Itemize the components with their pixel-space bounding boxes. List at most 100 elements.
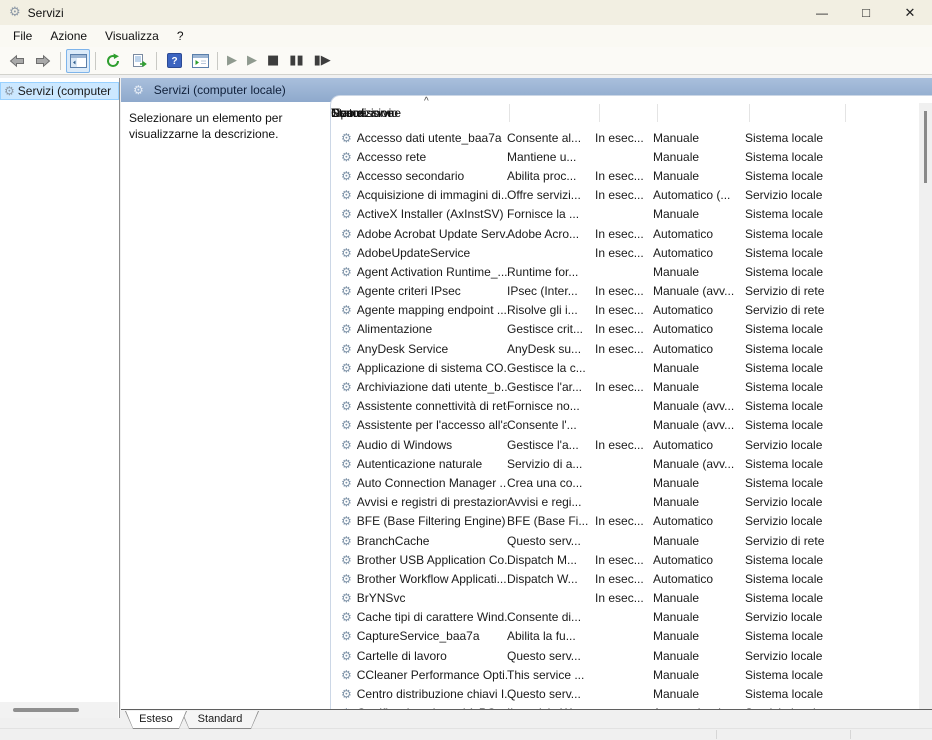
table-row[interactable]: Agente criteri IPsec IPsec (Inter... In … (331, 282, 918, 301)
table-row[interactable]: Cache tipi di carattere Wind... Consente… (331, 608, 918, 627)
back-button[interactable] (5, 49, 29, 73)
service-status: In esec... (595, 226, 644, 241)
tree-item-services-root[interactable]: Servizi (computer (0, 82, 119, 100)
table-row[interactable]: Auto Connection Manager ... Crea una co.… (331, 473, 918, 492)
stop-service-button[interactable]: ■ (267, 53, 279, 68)
column-separator[interactable] (845, 104, 846, 122)
column-separator[interactable] (509, 104, 510, 122)
menu-item[interactable]: ? (168, 26, 193, 46)
show-action-pane-button[interactable] (188, 49, 212, 73)
table-row[interactable]: Applicazione di sistema CO... Gestisce l… (331, 358, 918, 377)
list-vertical-scrollbar[interactable] (919, 103, 932, 709)
table-row[interactable]: Archiviazione dati utente_b... Gestisce … (331, 377, 918, 396)
tab-extended-label: Esteso (126, 711, 186, 728)
service-gear-icon (341, 534, 352, 548)
status-bar (0, 728, 932, 740)
column-separator[interactable] (749, 104, 750, 122)
menu-item[interactable]: Visualizza (96, 26, 168, 46)
column-header[interactable]: Connessione (331, 106, 401, 120)
service-status: In esec... (595, 130, 644, 145)
close-button[interactable]: ✕ (888, 0, 932, 25)
service-gear-icon (341, 591, 352, 605)
service-logon-as: Servizio di rete (745, 533, 825, 548)
table-row[interactable]: Accesso secondario Abilita proc... In es… (331, 166, 918, 185)
table-row[interactable]: BFE (Base Filtering Engine) BFE (Base Fi… (331, 512, 918, 531)
tree-scrollbar-thumb[interactable] (13, 708, 79, 712)
service-description: IPsec (Inter... (507, 284, 578, 299)
table-row[interactable]: Audio di Windows Gestisce l'a... In esec… (331, 435, 918, 454)
service-gear-icon (341, 629, 352, 643)
table-row[interactable]: Accesso rete Mantiene u... Manuale Siste… (331, 147, 918, 166)
tab-extended[interactable]: Esteso (125, 711, 187, 729)
service-gear-icon (341, 495, 352, 509)
service-logon-as: Servizio di rete (745, 284, 825, 299)
maximize-button[interactable]: □ (844, 0, 888, 25)
table-row[interactable]: Certificazione integrità PC... Il serviz… (331, 704, 918, 709)
service-description: Abilita proc... (507, 168, 577, 183)
resume-service-button[interactable]: ▶ (247, 53, 257, 68)
panel-header-title: Servizi (computer locale) (153, 83, 286, 97)
table-row[interactable]: Agent Activation Runtime_... Runtime for… (331, 262, 918, 281)
table-row[interactable]: Avvisi e registri di prestazioni Avvisi … (331, 493, 918, 512)
table-row[interactable]: CCleaner Performance Opti... This servic… (331, 665, 918, 684)
table-row[interactable]: BrYNSvc In esec... Manuale Sistema local… (331, 589, 918, 608)
table-row[interactable]: Adobe Acrobat Update Serv... Adobe Acro.… (331, 224, 918, 243)
export-list-button[interactable] (127, 49, 151, 73)
table-row[interactable]: Cartelle di lavoro Questo serv... Manual… (331, 646, 918, 665)
restart-service-button[interactable]: ▮▶ (314, 53, 331, 68)
table-row[interactable]: AdobeUpdateService In esec... Automatico… (331, 243, 918, 262)
table-row[interactable]: Agente mapping endpoint ... Risolve gli … (331, 301, 918, 320)
help-button[interactable]: ? (162, 49, 186, 73)
toolbar-separator (156, 51, 157, 70)
toolbar-separator (217, 51, 218, 70)
service-name-cell: Accesso rete (331, 150, 507, 164)
service-logon-as: Servizio locale (745, 514, 823, 529)
refresh-button[interactable] (101, 49, 125, 73)
services-window: Servizi — □ ✕ FileAzioneVisualizza? (0, 0, 932, 740)
table-row[interactable]: Autenticazione naturale Servizio di a...… (331, 454, 918, 473)
table-row[interactable]: Assistente connettività di rete Fornisce… (331, 397, 918, 416)
start-service-button[interactable]: ▶ (227, 53, 237, 68)
service-startup-type: Manuale (653, 207, 700, 222)
service-name-cell: Accesso dati utente_baa7a (331, 131, 507, 145)
minimize-button[interactable]: — (800, 0, 844, 25)
service-logon-as: Servizio locale (745, 495, 823, 510)
table-row[interactable]: Accesso dati utente_baa7a Consente al...… (331, 128, 918, 147)
table-row[interactable]: Centro distribuzione chiavi I... Questo … (331, 684, 918, 703)
column-separator[interactable] (599, 104, 600, 122)
table-row[interactable]: ActiveX Installer (AxInstSV) Fornisce la… (331, 205, 918, 224)
menu-item[interactable]: Azione (41, 26, 96, 46)
table-row[interactable]: Alimentazione Gestisce crit... In esec..… (331, 320, 918, 339)
show-console-tree-button[interactable] (66, 48, 90, 73)
service-description: Adobe Acro... (507, 226, 580, 241)
list-scrollbar-thumb[interactable] (924, 111, 927, 183)
pause-service-button[interactable]: ▮▮ (289, 53, 303, 68)
console-tree-icon (69, 53, 87, 68)
service-name-cell: Archiviazione dati utente_b... (331, 380, 507, 394)
menu-item[interactable]: File (4, 26, 41, 46)
column-separator[interactable] (657, 104, 658, 122)
table-row[interactable]: BranchCache Questo serv... Manuale Servi… (331, 531, 918, 550)
service-logon-as: Sistema locale (745, 629, 824, 644)
table-row[interactable]: Brother USB Application Co... Dispatch M… (331, 550, 918, 569)
service-name-cell: Brother Workflow Applicati... (331, 572, 507, 586)
table-row[interactable]: Acquisizione di immagini di... Offre ser… (331, 186, 918, 205)
service-description: Fornisce la ... (507, 207, 580, 222)
service-gear-icon (341, 476, 352, 490)
forward-button[interactable] (31, 49, 55, 73)
table-row[interactable]: AnyDesk Service AnyDesk su... In esec...… (331, 339, 918, 358)
table-row[interactable]: Assistente per l'accesso all'a... Consen… (331, 416, 918, 435)
service-startup-type: Automatico (... (653, 188, 731, 203)
sort-ascending-indicator: ^ (424, 96, 429, 107)
table-row[interactable]: CaptureService_baa7a Abilita la fu... Ma… (331, 627, 918, 646)
toolbar: ? ▶ ▶ ■ ▮▮ ▮▶ (0, 47, 932, 75)
service-logon-as: Servizio di rete (745, 303, 825, 318)
table-row[interactable]: Brother Workflow Applicati... Dispatch W… (331, 569, 918, 588)
tab-standard[interactable]: Standard (181, 711, 259, 729)
service-status: In esec... (595, 571, 644, 586)
service-description: Servizio di a... (507, 456, 583, 471)
tree-horizontal-scrollbar[interactable] (0, 702, 118, 718)
service-name-cell: Agent Activation Runtime_... (331, 265, 507, 279)
service-name: Agent Activation Runtime_... (356, 264, 507, 279)
service-gear-icon (341, 572, 352, 586)
